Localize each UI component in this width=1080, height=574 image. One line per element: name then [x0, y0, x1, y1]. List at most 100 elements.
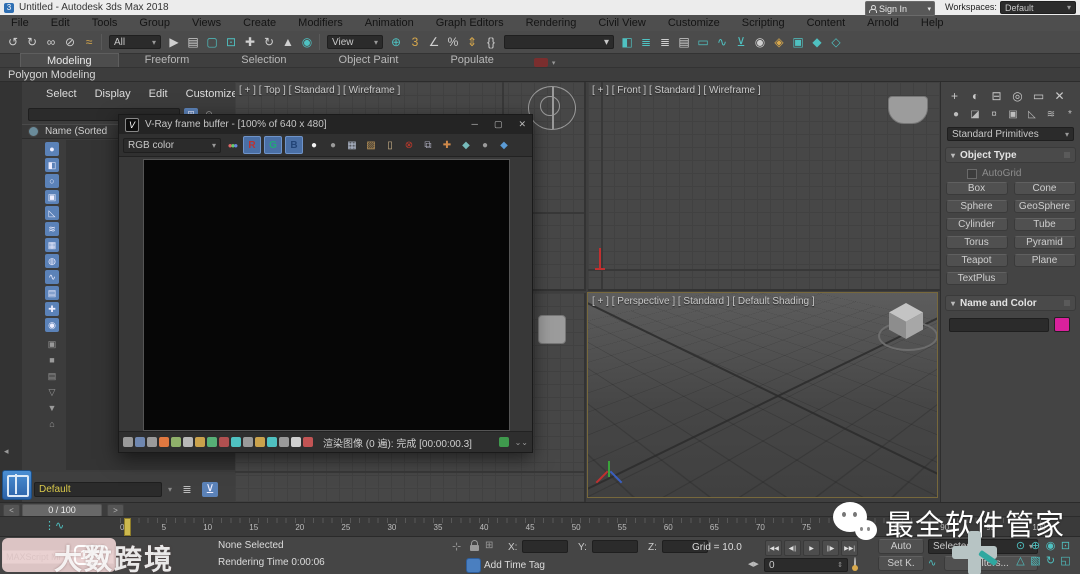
autogrid-checkbox[interactable] [967, 169, 977, 179]
filter-helpers-icon[interactable]: ◺ [45, 206, 59, 220]
schematic-icon[interactable]: ⊻ [202, 482, 218, 497]
layer-manager-icon[interactable]: ≣ [656, 33, 674, 51]
use-pivot-center-icon[interactable]: ⊕ [387, 33, 405, 51]
vfb-duplicate-icon[interactable]: ⧉ [420, 137, 436, 153]
select-place-icon[interactable]: ◉ [298, 33, 316, 51]
primitive-button[interactable]: Plane [1014, 254, 1076, 267]
viewport-layout-tab[interactable] [2, 470, 32, 500]
filter-spacewarps-icon[interactable]: ≋ [45, 222, 59, 236]
object-name-field[interactable] [949, 318, 1049, 332]
material-editor-icon[interactable]: ◉ [751, 33, 769, 51]
zoom-region-icon[interactable]: ⊡ [1058, 538, 1073, 553]
filter-cameras-icon[interactable]: ▣ [45, 190, 59, 204]
go-to-start-button[interactable]: |◀◀ [765, 540, 782, 556]
vfb-load-icon[interactable]: ▨ [363, 137, 379, 153]
primitive-button[interactable]: Cylinder [946, 218, 1008, 231]
ribbon-tab[interactable]: Selection [215, 53, 312, 66]
filter-off-icon[interactable]: ▽ [45, 385, 59, 399]
x-coordinate-field[interactable] [522, 540, 568, 553]
unlink-icon[interactable]: ⊘ [61, 33, 79, 51]
maxscript-mini-listener[interactable]: MAXScript Mi [2, 550, 114, 564]
shapes-icon[interactable]: ◪ [968, 107, 982, 121]
scene-explorer-menu-item[interactable]: Select [46, 88, 77, 100]
vfb-footer-icon[interactable] [231, 437, 241, 447]
ribbon-tab[interactable]: Modeling [20, 53, 119, 67]
current-frame-marker[interactable] [124, 518, 131, 536]
go-to-end-button[interactable]: ▶▶| [841, 540, 858, 556]
layer-stack-icon[interactable]: ≣ [178, 480, 196, 498]
vfb-footer-icon[interactable] [195, 437, 205, 447]
vfb-footer-icon[interactable] [279, 437, 289, 447]
menu-item[interactable]: Views [181, 17, 232, 29]
menu-item[interactable]: File [0, 17, 40, 29]
vfb-green-channel-button[interactable]: G [264, 136, 282, 154]
select-by-name-icon[interactable]: ▤ [184, 33, 202, 51]
modify-tab[interactable]: ◐ [968, 88, 983, 103]
lights-icon[interactable]: ¤ [987, 107, 1001, 121]
rendered-frame-icon[interactable]: ▣ [789, 33, 807, 51]
vfb-footer-icon[interactable] [267, 437, 277, 447]
vfb-footer-icon[interactable] [243, 437, 253, 447]
vfb-footer-icon[interactable] [219, 437, 229, 447]
current-frame-field[interactable]: 0⇕ [764, 558, 848, 572]
vfb-expand-icon[interactable] [499, 437, 509, 447]
vfb-render-icon[interactable]: ◆ [496, 137, 512, 153]
menu-item[interactable]: Civil View [587, 17, 656, 29]
y-coordinate-field[interactable] [592, 540, 638, 553]
primitive-button[interactable]: Teapot [946, 254, 1008, 267]
layer-dropdown[interactable]: Default [34, 482, 162, 497]
absolute-mode-icon[interactable]: ⊞ [485, 540, 493, 551]
scale-icon[interactable]: ▲ [279, 33, 297, 51]
filter-groups-icon[interactable]: ▦ [45, 238, 59, 252]
viewport-perspective[interactable]: [ + ] [ Perspective ] [ Standard ] [ Def… [588, 293, 937, 497]
vfb-rgb-channels-icon[interactable]: ●●● [224, 137, 240, 153]
filter-bones-icon[interactable]: ∿ [45, 270, 59, 284]
filter-combo-icon[interactable]: ▼ [45, 401, 59, 415]
primitive-button[interactable]: Cone [1014, 182, 1076, 195]
ribbon-toggle-icon[interactable]: ▭ [694, 33, 712, 51]
filter-xrefs-icon[interactable]: ◍ [45, 254, 59, 268]
vfb-footer-icon[interactable] [147, 437, 157, 447]
named-selection-dropdown[interactable]: ▾ [504, 35, 614, 49]
filter-frozen-icon[interactable]: ✚ [45, 302, 59, 316]
percent-snap-icon[interactable]: % [444, 33, 462, 51]
menu-item[interactable]: Scripting [731, 17, 796, 29]
bind-spacewarp-icon[interactable]: ≈ [80, 33, 98, 51]
selection-filter-dropdown[interactable]: All▾ [109, 35, 161, 49]
menu-item[interactable]: Animation [354, 17, 425, 29]
schematic-view-icon[interactable]: ⊻ [732, 33, 750, 51]
select-object-icon[interactable]: ▶ [165, 33, 183, 51]
pan-icon[interactable]: ▧ [1028, 553, 1043, 568]
vfb-alpha-icon[interactable]: ● [306, 137, 322, 153]
vfb-footer-icon[interactable] [171, 437, 181, 447]
display-children-icon[interactable]: ▣ [45, 337, 59, 351]
vfb-footer-icon[interactable] [159, 437, 169, 447]
vfb-mono-icon[interactable]: ● [325, 137, 341, 153]
key-mode-icon[interactable]: ◀▶ [748, 560, 759, 568]
vfb-minimize-button[interactable]: ─ [472, 119, 478, 130]
menu-item[interactable]: Create [232, 17, 287, 29]
vfb-channel-dropdown[interactable]: RGB color▾ [123, 138, 221, 153]
selection-lock-crosshair-icon[interactable]: ⊹ [452, 540, 461, 553]
maximize-viewport-icon[interactable]: ◱ [1058, 553, 1073, 568]
undo-icon[interactable]: ↺ [4, 33, 22, 51]
render-production-icon[interactable]: ◆ [808, 33, 826, 51]
vfb-title-bar[interactable]: V V-Ray frame buffer - [100% of 640 x 48… [119, 115, 532, 134]
vfb-blue-channel-button[interactable]: B [285, 136, 303, 154]
object-color-swatch[interactable] [1054, 317, 1070, 332]
menu-item[interactable]: Help [910, 17, 955, 29]
key-filters-icon[interactable]: ∿ [928, 558, 936, 569]
render-iterative-icon[interactable]: ◇ [827, 33, 845, 51]
cameras-icon[interactable]: ▣ [1006, 107, 1020, 121]
scene-explorer-menu-item[interactable]: Edit [149, 88, 168, 100]
viewcube[interactable] [876, 301, 937, 355]
pick-container-icon[interactable]: ⌂ [45, 417, 59, 431]
sync-selection-icon[interactable]: ▤ [45, 369, 59, 383]
vray-frame-buffer-window[interactable]: V V-Ray frame buffer - [100% of 640 x 48… [118, 114, 533, 453]
zoom-extents-icon[interactable]: ◉ [1043, 538, 1058, 553]
mini-curve-editor-icon[interactable]: ⋮∿ [44, 519, 64, 532]
orbit-icon[interactable]: ↻ [1043, 553, 1058, 568]
scene-explorer-menu-item[interactable]: Display [95, 88, 131, 100]
viewport-perspective-label[interactable]: [ + ] [ Perspective ] [ Standard ] [ Def… [592, 296, 815, 307]
next-frame-button[interactable]: ||▶ [822, 540, 839, 556]
